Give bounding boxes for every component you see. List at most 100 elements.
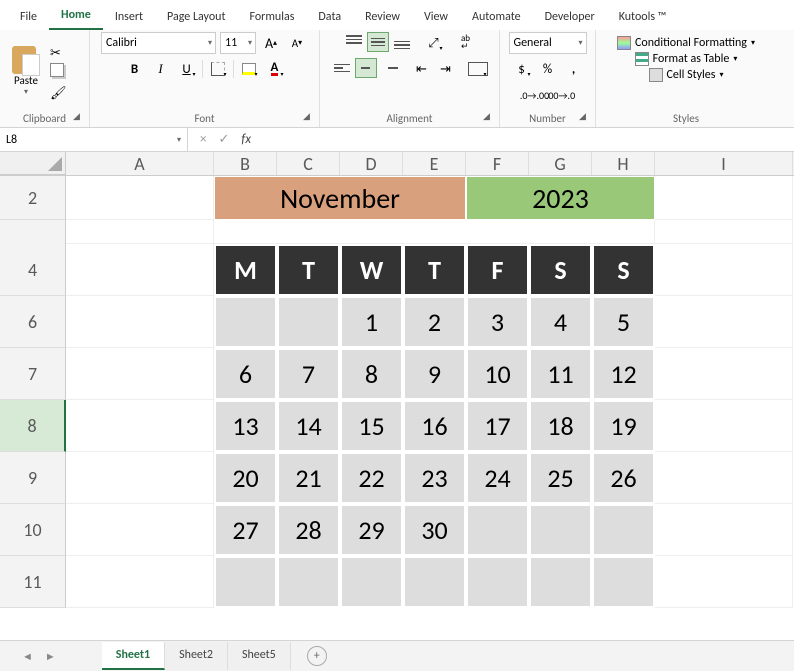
number-format-combo[interactable]: General▾ <box>509 32 587 54</box>
column-header[interactable]: C <box>277 152 340 175</box>
decrease-font-icon[interactable] <box>286 32 308 54</box>
calendar-day-cell[interactable]: 12 <box>592 348 655 400</box>
calendar-day-cell[interactable]: 22 <box>340 452 403 504</box>
underline-button[interactable]: U▾ <box>176 58 198 80</box>
cell-styles-button[interactable]: Cell Styles ▾ <box>649 68 724 82</box>
cell[interactable] <box>66 400 214 452</box>
fill-color-button[interactable]: ▾ <box>238 58 260 80</box>
tab-nav-next-icon[interactable]: ► <box>39 650 62 663</box>
calendar-day-cell[interactable]: 21 <box>277 452 340 504</box>
column-header[interactable]: B <box>214 152 277 175</box>
calendar-day-cell[interactable]: 16 <box>403 400 466 452</box>
calendar-day-cell[interactable] <box>592 556 655 608</box>
wrap-text-icon[interactable]: ab↵ <box>455 32 477 54</box>
paste-button[interactable]: Paste ▾ <box>6 46 46 97</box>
calendar-day-cell[interactable] <box>277 296 340 348</box>
calendar-day-cell[interactable] <box>214 296 277 348</box>
menu-item-automate[interactable]: Automate <box>460 4 533 30</box>
increase-indent-icon[interactable]: ⇥ <box>435 58 457 80</box>
calendar-day-cell[interactable]: 29 <box>340 504 403 556</box>
menu-item-home[interactable]: Home <box>49 2 103 30</box>
cell[interactable] <box>66 348 214 400</box>
cell[interactable] <box>655 348 793 400</box>
merge-button[interactable]: ▾ <box>467 58 489 80</box>
border-button[interactable]: ▾ <box>207 58 229 80</box>
calendar-day-cell[interactable]: 3 <box>466 296 529 348</box>
cell[interactable] <box>655 400 793 452</box>
calendar-day-cell[interactable]: 19 <box>592 400 655 452</box>
calendar-day-cell[interactable]: 5 <box>592 296 655 348</box>
increase-font-icon[interactable] <box>260 32 282 54</box>
row-header[interactable]: 6 <box>0 296 66 348</box>
increase-decimal-icon[interactable]: .0→.00 <box>524 84 546 106</box>
cell[interactable] <box>655 176 793 220</box>
calendar-day-cell[interactable] <box>277 556 340 608</box>
orientation-icon[interactable]: ▾ <box>423 32 445 54</box>
calendar-day-cell[interactable]: 24 <box>466 452 529 504</box>
calendar-day-cell[interactable]: 18 <box>529 400 592 452</box>
calendar-day-cell[interactable]: 30 <box>403 504 466 556</box>
calendar-day-cell[interactable]: 7 <box>277 348 340 400</box>
calendar-day-cell[interactable] <box>340 556 403 608</box>
calendar-day-cell[interactable]: 4 <box>529 296 592 348</box>
dialog-launcher-icon[interactable]: ◢ <box>73 111 85 123</box>
calendar-day-header[interactable]: W <box>340 244 403 296</box>
cell[interactable] <box>655 556 793 608</box>
row-header[interactable]: 7 <box>0 348 66 400</box>
menu-item-kutools-™[interactable]: Kutools ™ <box>607 4 679 30</box>
column-header[interactable]: F <box>466 152 529 175</box>
cell[interactable] <box>66 176 214 220</box>
calendar-day-cell[interactable] <box>466 556 529 608</box>
align-bottom-icon[interactable] <box>391 32 413 52</box>
cell[interactable] <box>66 244 214 296</box>
row-header[interactable]: 10 <box>0 504 66 556</box>
tab-nav-prev-icon[interactable]: ◄ <box>16 650 39 663</box>
row-header[interactable]: 9 <box>0 452 66 504</box>
calendar-day-cell[interactable] <box>529 504 592 556</box>
bold-button[interactable]: B <box>124 58 146 80</box>
cancel-formula-icon[interactable]: × <box>200 132 206 147</box>
percent-format-icon[interactable]: % <box>537 58 559 80</box>
format-painter-icon[interactable] <box>50 83 68 99</box>
calendar-day-cell[interactable]: 28 <box>277 504 340 556</box>
calendar-day-cell[interactable]: 11 <box>529 348 592 400</box>
select-all-corner[interactable] <box>0 152 66 175</box>
calendar-day-cell[interactable] <box>529 556 592 608</box>
calendar-day-cell[interactable]: 27 <box>214 504 277 556</box>
calendar-day-cell[interactable]: 8 <box>340 348 403 400</box>
sheet-tab[interactable]: Sheet5 <box>228 642 291 670</box>
decrease-decimal-icon[interactable]: .00→.0 <box>550 84 572 106</box>
align-left-icon[interactable] <box>331 58 353 78</box>
row-header[interactable]: 8 <box>0 400 66 452</box>
align-top-icon[interactable] <box>343 32 365 52</box>
cell[interactable] <box>655 452 793 504</box>
dialog-launcher-icon[interactable]: ◢ <box>483 111 495 123</box>
font-color-button[interactable]: A▾ <box>264 58 286 80</box>
decrease-indent-icon[interactable]: ⇤ <box>411 58 433 80</box>
calendar-day-cell[interactable]: 10 <box>466 348 529 400</box>
comma-format-icon[interactable]: , <box>563 58 585 80</box>
calendar-day-header[interactable]: F <box>466 244 529 296</box>
calendar-day-cell[interactable]: 1 <box>340 296 403 348</box>
calendar-day-cell[interactable] <box>592 504 655 556</box>
accounting-format-icon[interactable]: $▾ <box>511 58 533 80</box>
align-center-icon[interactable] <box>355 58 377 78</box>
calendar-day-cell[interactable]: 14 <box>277 400 340 452</box>
row-header[interactable]: 4 <box>0 244 66 296</box>
name-box[interactable]: L8▾ <box>0 128 188 151</box>
menu-item-view[interactable]: View <box>412 4 460 30</box>
cell[interactable] <box>66 504 214 556</box>
column-header[interactable]: H <box>592 152 655 175</box>
align-right-icon[interactable] <box>379 58 401 78</box>
calendar-day-header[interactable]: S <box>592 244 655 296</box>
column-header[interactable]: E <box>403 152 466 175</box>
conditional-formatting-button[interactable]: Conditional Formatting ▾ <box>617 36 755 50</box>
calendar-day-cell[interactable]: 2 <box>403 296 466 348</box>
row-header[interactable]: 11 <box>0 556 66 608</box>
formula-input[interactable] <box>263 128 794 151</box>
enter-formula-icon[interactable]: ✓ <box>218 132 229 147</box>
menu-item-developer[interactable]: Developer <box>533 4 607 30</box>
cut-icon[interactable] <box>50 43 68 59</box>
calendar-day-cell[interactable]: 20 <box>214 452 277 504</box>
calendar-month-cell[interactable]: November <box>214 176 466 220</box>
